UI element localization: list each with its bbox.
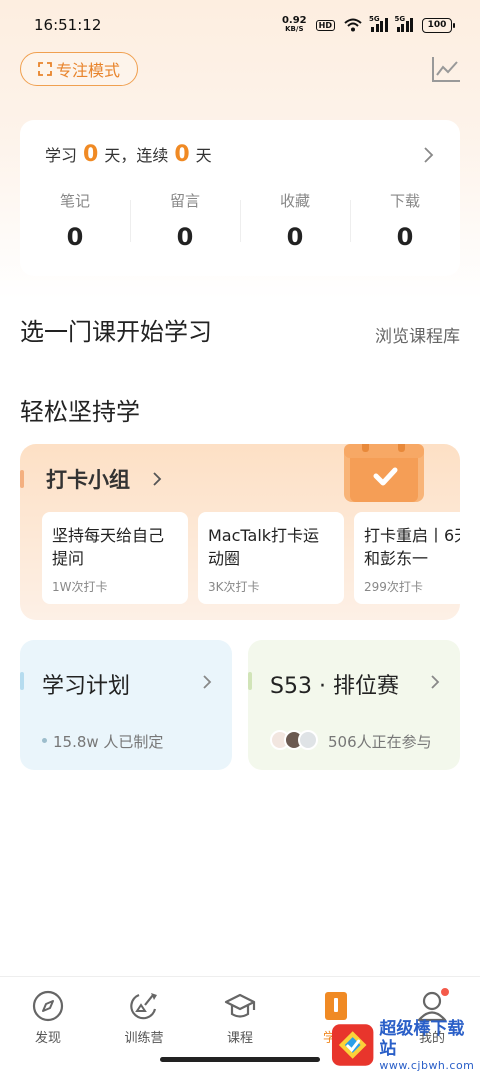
study-stats-card[interactable]: 学习 0 天，连续 0 天 笔记 0 留言 0 收藏 0 下载 0 xyxy=(20,120,460,276)
chevron-right-icon[interactable] xyxy=(430,674,440,690)
status-time: 16:51:12 xyxy=(34,16,102,34)
watermark-url: www.cjbwh.com xyxy=(379,1058,475,1072)
avatar xyxy=(298,730,318,750)
ranking-title: S53 · 排位赛 xyxy=(270,674,399,699)
wifi-icon xyxy=(344,18,362,32)
calendar-check-icon xyxy=(344,444,424,502)
card-accent xyxy=(248,672,252,690)
watermark: 超级棒下载站 www.cjbwh.com xyxy=(330,1018,480,1072)
checkin-group-card[interactable]: 打卡小组 坚持每天给自己提问 1W次打卡 MacTalk打卡运动圈 3K次打卡 … xyxy=(20,444,460,620)
stat-columns: 笔记 0 留言 0 收藏 0 下载 0 xyxy=(20,190,460,251)
stat-downloads[interactable]: 下载 0 xyxy=(350,190,460,251)
chevron-right-icon[interactable] xyxy=(422,146,434,164)
card-accent xyxy=(20,470,24,488)
card-accent xyxy=(20,672,24,690)
checkin-item[interactable]: MacTalk打卡运动圈 3K次打卡 xyxy=(198,512,344,604)
checkin-group-title[interactable]: 打卡小组 xyxy=(46,464,130,494)
study-streak: 学习 0 天，连续 0 天 xyxy=(45,142,212,167)
checkin-item[interactable]: 坚持每天给自己提问 1W次打卡 xyxy=(42,512,188,604)
trend-chart-icon[interactable] xyxy=(430,54,462,84)
watermark-logo-icon xyxy=(331,1024,374,1066)
browse-course-library-link[interactable]: 浏览课程库 xyxy=(375,322,460,347)
study-days-count: 0 xyxy=(83,142,99,167)
signal-icon: 5G xyxy=(369,15,388,32)
easy-study-title: 轻松坚持学 xyxy=(20,398,140,426)
camp-icon xyxy=(130,993,157,1020)
network-speed: 0.92 KB/S xyxy=(281,15,307,34)
hd-badge: HD xyxy=(315,19,335,31)
stat-favorites[interactable]: 收藏 0 xyxy=(240,190,350,251)
checkin-items: 坚持每天给自己提问 1W次打卡 MacTalk打卡运动圈 3K次打卡 打卡重启丨… xyxy=(42,512,460,604)
graduation-cap-icon xyxy=(224,993,256,1018)
stat-notes[interactable]: 笔记 0 xyxy=(20,190,130,251)
book-icon xyxy=(325,992,347,1020)
chevron-right-icon[interactable] xyxy=(152,471,162,487)
status-indicators: 0.92 KB/S HD 5G 5G 100 xyxy=(281,15,455,34)
course-section-title: 选一门课开始学习 xyxy=(20,318,212,346)
ranking-participants: 506人正在参与 xyxy=(328,733,432,751)
focus-mode-label: 专注模式 xyxy=(55,61,120,80)
ranking-match-card[interactable]: S53 · 排位赛 506人正在参与 xyxy=(248,640,460,770)
signal-icon: 5G xyxy=(395,15,413,32)
study-plan-count: 15.8w 人已制定 xyxy=(53,733,164,751)
battery-icon: 100 xyxy=(422,17,455,33)
stat-comments[interactable]: 留言 0 xyxy=(130,190,240,251)
focus-mode-button[interactable]: 专注模式 xyxy=(20,52,138,86)
study-plan-title: 学习计划 xyxy=(42,674,131,699)
checkin-item[interactable]: 打卡重启丨6天，和彭东一 299次打卡 xyxy=(354,512,460,604)
chevron-right-icon[interactable] xyxy=(202,674,212,690)
consecutive-days-count: 0 xyxy=(174,142,190,167)
watermark-name: 超级棒下载站 xyxy=(379,1018,465,1059)
home-indicator[interactable] xyxy=(160,1057,320,1062)
bullet-dot xyxy=(42,738,47,743)
tab-discover[interactable]: 发现 xyxy=(0,977,96,1072)
notification-dot xyxy=(440,987,450,997)
compass-icon xyxy=(32,990,64,1022)
focus-frame-icon xyxy=(38,62,52,76)
study-plan-card[interactable]: 学习计划 15.8w 人已制定 xyxy=(20,640,232,770)
participant-avatars xyxy=(270,730,318,750)
status-bar: 16:51:12 0.92 KB/S HD 5G 5G 100 xyxy=(0,0,480,50)
